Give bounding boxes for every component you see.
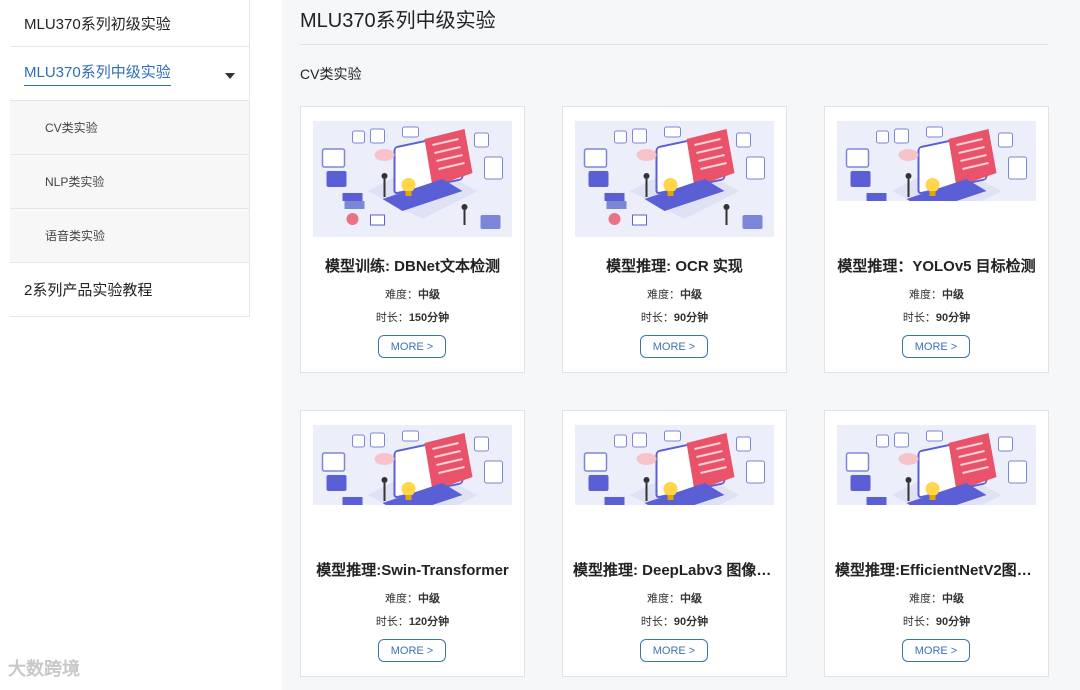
duration-value: 90分钟	[935, 616, 971, 628]
sidebar-item-mlu370-intermediate[interactable]: MLU370系列中级实验	[10, 47, 249, 101]
sidebar-item-label: MLU370系列初级实验	[24, 15, 171, 33]
course-duration: 时长：150分钟	[301, 309, 524, 325]
sidebar-subitem-cv[interactable]: CV类实验	[10, 101, 249, 155]
duration-label: 时长：	[375, 312, 409, 324]
duration-label: 时长：	[902, 616, 936, 628]
course-title: 模型推理:Swin-Transformer	[316, 562, 509, 579]
course-illustration	[313, 425, 512, 505]
difficulty-label: 难度：	[909, 593, 942, 605]
section-title: CV类实验	[300, 66, 362, 82]
sidebar-item-label: 2系列产品实验教程	[24, 282, 153, 299]
course-duration: 时长：90分钟	[563, 309, 786, 325]
course-duration: 时长：90分钟	[825, 613, 1048, 629]
course-card[interactable]: 模型推理：YOLOv5 目标检测 难度：中级 时长：90分钟 MORE >	[824, 106, 1049, 373]
course-difficulty: 难度：中级	[563, 286, 786, 302]
course-title: 模型训练: DBNet文本检测	[325, 258, 500, 275]
difficulty-label: 难度：	[647, 289, 680, 301]
difficulty-value: 中级	[942, 289, 964, 301]
difficulty-value: 中级	[942, 593, 964, 605]
duration-value: 90分钟	[935, 312, 971, 324]
course-card[interactable]: 模型推理: DeepLabv3 图像分割 难度：中级 时长：90分钟 MORE …	[562, 410, 787, 677]
sidebar-item-mlu370-basic[interactable]: MLU370系列初级实验	[10, 0, 249, 47]
course-illustration	[313, 121, 512, 237]
more-button[interactable]: MORE >	[378, 335, 446, 358]
difficulty-value: 中级	[680, 289, 702, 301]
duration-label: 时长：	[640, 616, 674, 628]
difficulty-value: 中级	[680, 593, 702, 605]
course-illustration	[575, 425, 774, 505]
course-duration: 时长：120分钟	[301, 613, 524, 629]
course-title: 模型推理: OCR 实现	[606, 258, 743, 275]
course-duration: 时长：90分钟	[825, 309, 1048, 325]
course-card[interactable]: 模型推理:Swin-Transformer 难度：中级 时长：120分钟 MOR…	[300, 410, 525, 677]
duration-label: 时长：	[640, 312, 674, 324]
more-button[interactable]: MORE >	[640, 335, 708, 358]
page-title: MLU370系列中级实验	[300, 10, 496, 32]
duration-label: 时长：	[375, 616, 409, 628]
course-illustration	[837, 121, 1036, 201]
main-content: MLU370系列中级实验 CV类实验 模型训练: DBNet文本检测 难度：中级…	[282, 0, 1080, 690]
difficulty-label: 难度：	[909, 289, 942, 301]
course-title: 模型推理: DeepLabv3 图像分割	[573, 562, 786, 579]
course-illustration	[575, 121, 774, 237]
sidebar-subitem-label: NLP类实验	[45, 175, 105, 189]
course-card[interactable]: 模型推理:EfficientNetV2图像分类 难度：中级 时长：90分钟 MO…	[824, 410, 1049, 677]
course-card[interactable]: 模型推理: OCR 实现 难度：中级 时长：90分钟 MORE >	[562, 106, 787, 373]
divider	[300, 44, 1048, 45]
more-button[interactable]: MORE >	[902, 639, 970, 662]
more-button[interactable]: MORE >	[640, 639, 708, 662]
course-illustration	[837, 425, 1036, 505]
more-button[interactable]: MORE >	[378, 639, 446, 662]
course-title: 模型推理:EfficientNetV2图像分类	[835, 562, 1048, 579]
caret-down-icon	[225, 73, 235, 79]
difficulty-value: 中级	[418, 289, 440, 301]
course-difficulty: 难度：中级	[563, 590, 786, 606]
difficulty-label: 难度：	[385, 593, 418, 605]
course-card[interactable]: 模型训练: DBNet文本检测 难度：中级 时长：150分钟 MORE >	[300, 106, 525, 373]
duration-value: 120分钟	[408, 616, 450, 628]
course-duration: 时长：90分钟	[563, 613, 786, 629]
sidebar-subitem-label: 语音类实验	[45, 229, 106, 243]
difficulty-label: 难度：	[647, 593, 680, 605]
course-difficulty: 难度：中级	[301, 590, 524, 606]
sidebar-subitem-nlp[interactable]: NLP类实验	[10, 155, 249, 209]
difficulty-label: 难度：	[385, 289, 418, 301]
course-difficulty: 难度：中级	[301, 286, 524, 302]
duration-value: 90分钟	[673, 312, 709, 324]
sidebar-item-series2[interactable]: 2系列产品实验教程	[10, 263, 249, 317]
watermark-logo: 大数跨境	[8, 659, 80, 679]
sidebar-item-label: MLU370系列中级实验	[24, 61, 171, 86]
course-difficulty: 难度：中级	[825, 590, 1048, 606]
difficulty-value: 中级	[418, 593, 440, 605]
duration-value: 90分钟	[673, 616, 709, 628]
more-button[interactable]: MORE >	[902, 335, 970, 358]
course-difficulty: 难度：中级	[825, 286, 1048, 302]
sidebar: MLU370系列初级实验 MLU370系列中级实验 CV类实验 NLP类实验 语…	[10, 0, 250, 317]
sidebar-subitem-label: CV类实验	[45, 121, 98, 135]
duration-label: 时长：	[902, 312, 936, 324]
sidebar-subitem-speech[interactable]: 语音类实验	[10, 209, 249, 263]
duration-value: 150分钟	[408, 312, 450, 324]
course-title: 模型推理：YOLOv5 目标检测	[837, 258, 1036, 275]
